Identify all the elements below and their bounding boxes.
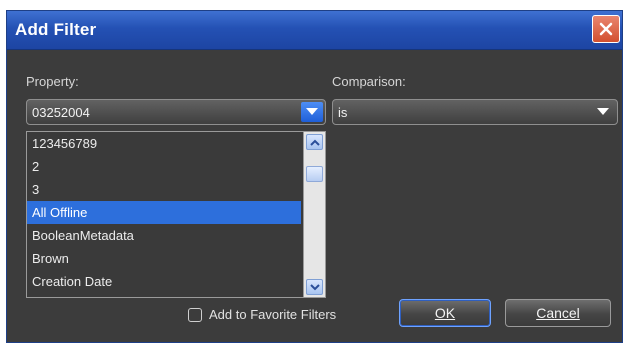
list-item[interactable]: Brown [27,247,301,270]
list-item[interactable]: 3 [27,178,301,201]
list-item-selected[interactable]: All Offline [27,201,301,224]
dialog-title: Add Filter [15,20,97,39]
listbox-scrollbar[interactable] [303,132,325,297]
favorite-checkbox[interactable] [188,308,202,322]
favorite-checkbox-label[interactable]: Add to Favorite Filters [209,307,336,322]
chevron-down-icon[interactable] [597,108,609,116]
property-dropdown-button[interactable] [301,102,323,122]
list-item[interactable]: Creation Date [27,270,301,293]
list-item[interactable]: 123456789 [27,132,301,155]
title-bar[interactable]: Add Filter [7,11,622,50]
comparison-label: Comparison: [332,74,406,89]
property-label: Property: [26,74,79,89]
list-item[interactable]: 2 [27,155,301,178]
chevron-up-icon [310,139,320,146]
ok-button[interactable]: OK [399,299,491,327]
cancel-button-label: Cancel [536,305,580,321]
comparison-dropdown[interactable]: is [332,99,618,125]
scroll-up-button[interactable] [306,134,323,150]
scroll-thumb[interactable] [306,166,323,182]
property-dropdown[interactable]: 03252004 [26,99,326,125]
property-listbox[interactable]: 123456789 2 3 All Offline BooleanMetadat… [26,131,326,298]
ok-button-label: OK [434,305,456,321]
scroll-down-button[interactable] [306,279,323,295]
list-item[interactable]: BooleanMetadata [27,224,301,247]
close-icon [599,22,613,36]
close-button[interactable] [592,15,620,43]
cancel-button[interactable]: Cancel [505,299,611,327]
add-filter-dialog: Add Filter Property: 03252004 Comparison… [6,10,623,343]
chevron-down-icon [310,284,320,291]
comparison-selected-value: is [338,105,348,120]
chevron-down-icon [306,108,318,115]
property-selected-value: 03252004 [32,105,90,120]
